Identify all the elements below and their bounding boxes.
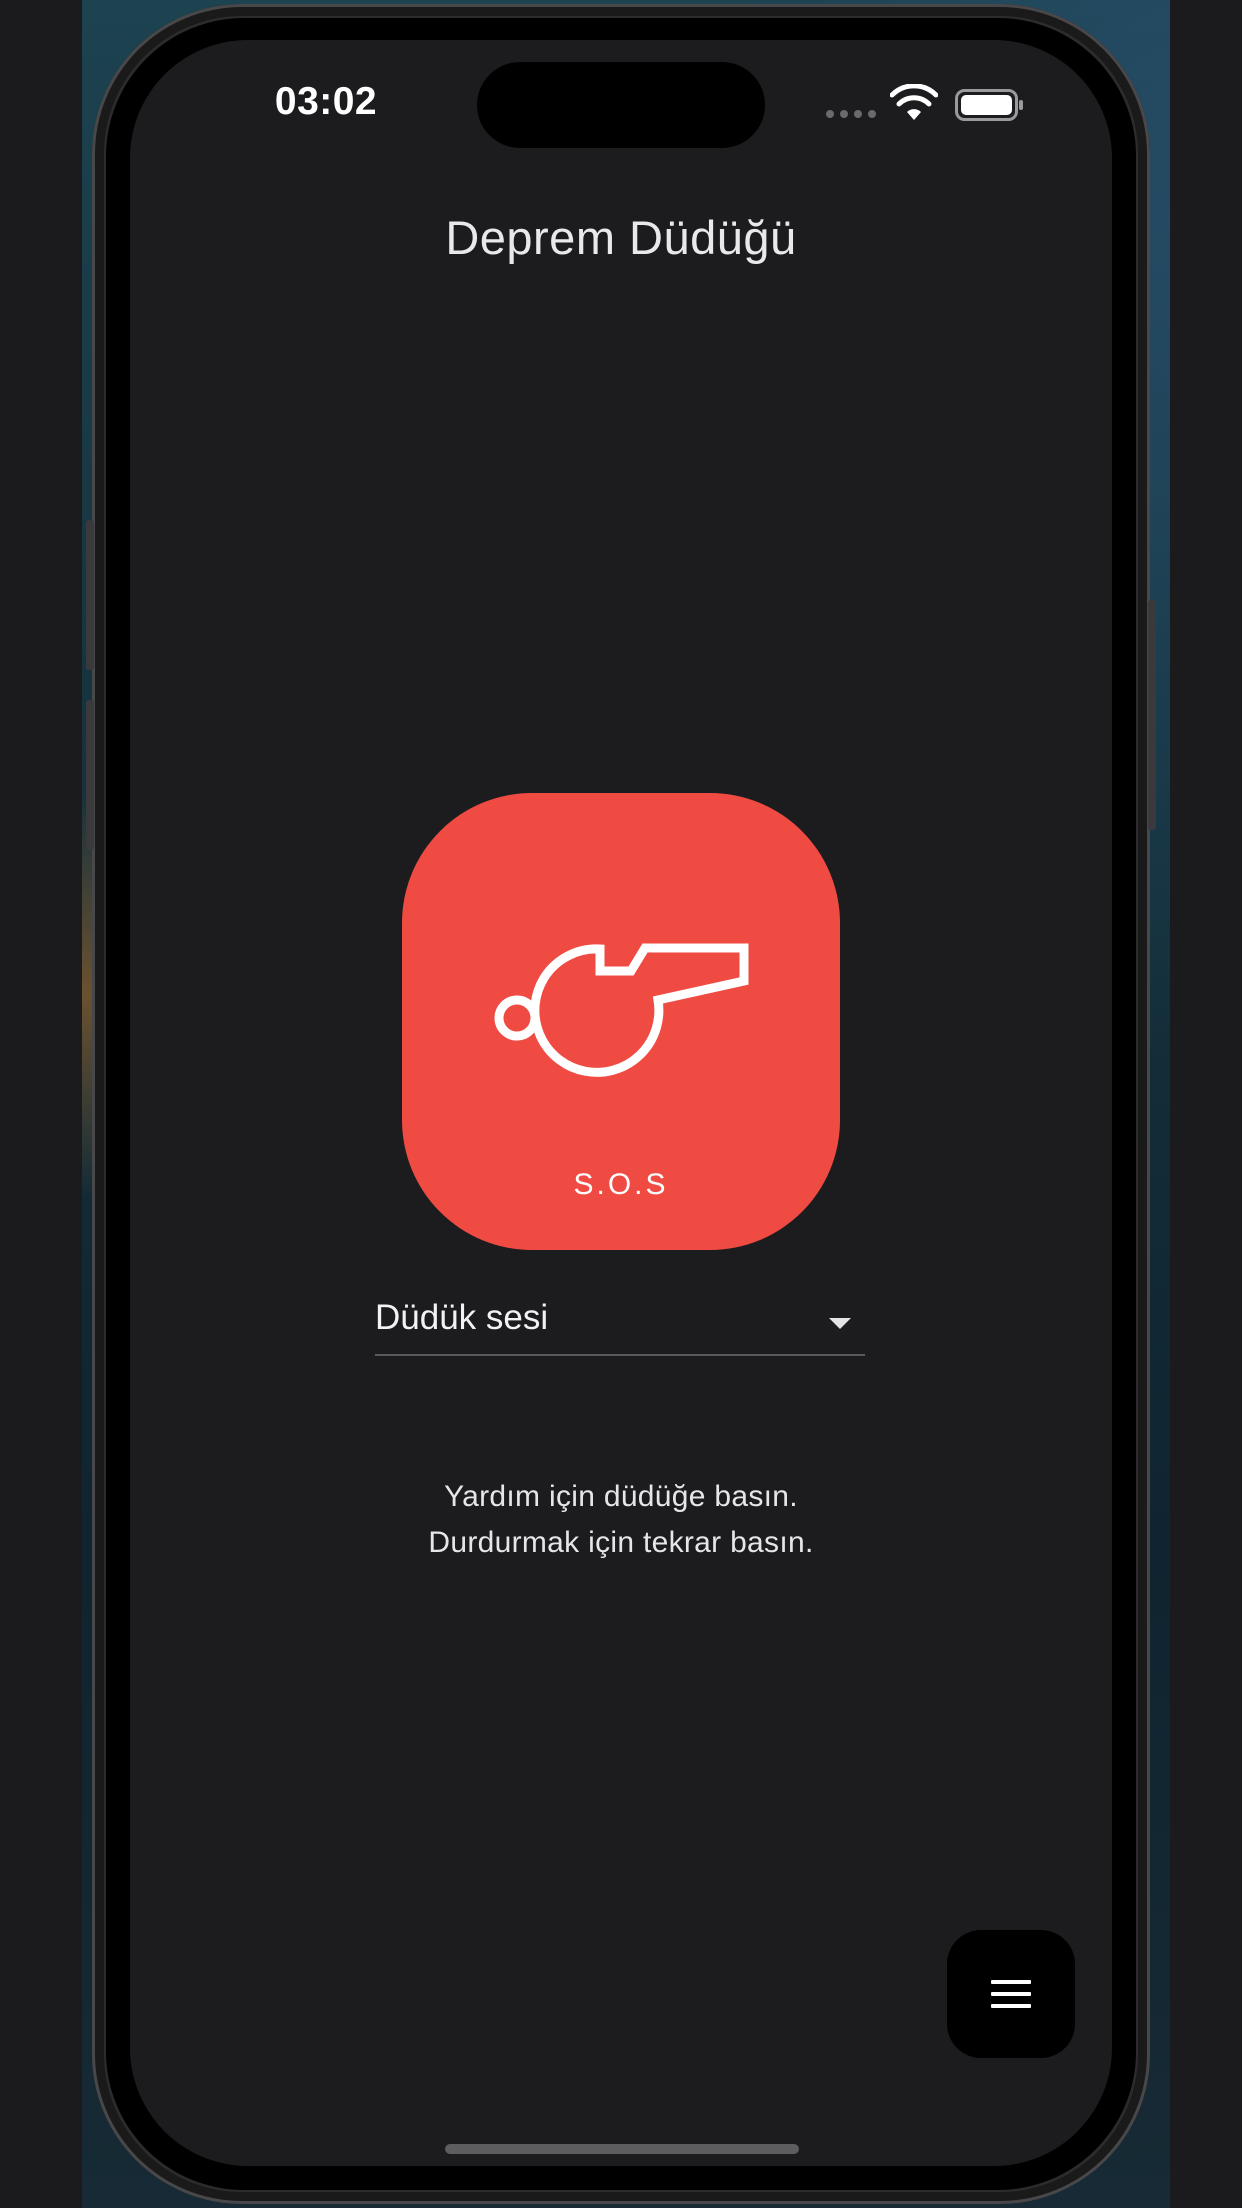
battery-icon	[955, 89, 1023, 121]
chevron-down-icon	[829, 1318, 851, 1329]
cellular-signal-icon	[826, 110, 876, 118]
whistle-icon	[494, 943, 749, 1077]
device-stage: 03:02 Deprem Düdüğü S.O.S Düdük sesi Yar…	[0, 0, 1242, 2208]
wifi-icon	[890, 84, 938, 120]
volume-up-button	[86, 520, 94, 670]
sos-whistle-button[interactable]: S.O.S	[402, 793, 840, 1250]
home-indicator[interactable]	[445, 2144, 799, 2154]
dropdown-selected-value: Düdük sesi	[375, 1298, 549, 1337]
instructions-text: Yardım için düdüğe basın. Durdurmak için…	[130, 1474, 1112, 1566]
app-screen: 03:02 Deprem Düdüğü S.O.S Düdük sesi Yar…	[130, 40, 1112, 2166]
instruction-line-2: Durdurmak için tekrar basın.	[428, 1526, 814, 1559]
power-button	[1148, 600, 1156, 830]
menu-icon	[991, 1980, 1031, 2008]
whistle-sound-dropdown[interactable]: Düdük sesi	[375, 1290, 865, 1356]
status-bar-time: 03:02	[274, 80, 378, 123]
sos-label: S.O.S	[573, 1168, 669, 1201]
volume-down-button	[86, 700, 94, 850]
instruction-line-1: Yardım için düdüğe basın.	[444, 1480, 798, 1513]
dynamic-island	[477, 62, 765, 148]
menu-button[interactable]	[947, 1930, 1075, 2058]
page-title: Deprem Düdüğü	[445, 211, 797, 264]
